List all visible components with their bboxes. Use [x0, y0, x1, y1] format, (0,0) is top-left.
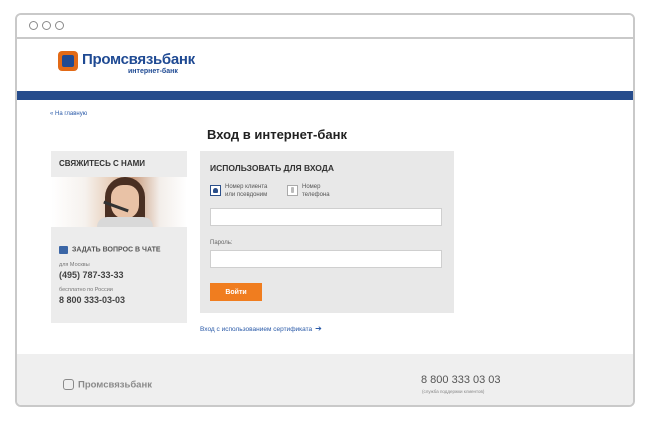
login-title: ИСПОЛЬЗОВАТЬ ДЛЯ ВХОДА — [210, 163, 334, 173]
back-to-home-link[interactable]: « На главную — [50, 111, 87, 117]
login-input[interactable] — [210, 208, 442, 226]
window-maximize-icon[interactable] — [55, 21, 64, 30]
arrow-right-icon: ➔ — [315, 324, 322, 333]
footer-brand-name: Промсвязьбанк — [78, 379, 152, 391]
certificate-login-link[interactable]: Вход с использованием сертификата ➔ — [200, 324, 322, 333]
chat-button[interactable]: ЗАДАТЬ ВОПРОС В ЧАТЕ — [59, 241, 161, 259]
footer-phone-note: (служба поддержки клиентов) — [422, 389, 485, 394]
phone-icon — [287, 185, 298, 196]
footer: Промсвязьбанк 8 800 333 03 03 (служба по… — [17, 354, 633, 405]
window-minimize-icon[interactable] — [42, 21, 51, 30]
login-submit-button[interactable]: Войти — [210, 283, 262, 301]
login-option-client-label: Номер клиента или псевдоним — [225, 184, 268, 198]
moscow-phone: (495) 787-33-33 — [59, 270, 124, 280]
password-label: Пароль: — [210, 240, 233, 246]
footer-phone: 8 800 333 03 03 — [421, 374, 501, 386]
certificate-login-label: Вход с использованием сертификата — [200, 326, 313, 333]
russia-phone: 8 800 333-03-03 — [59, 295, 126, 305]
russia-label: бесплатно по России — [59, 287, 113, 293]
footer-logo-icon — [63, 379, 74, 391]
browser-window: Промсвязьбанк интернет-банк « На главную… — [15, 13, 635, 407]
footer-logo[interactable]: Промсвязьбанк — [63, 376, 152, 394]
brand-name: Промсвязьбанк — [82, 51, 195, 68]
brand-subtitle: интернет-банк — [128, 68, 178, 75]
moscow-label: для Москвы — [59, 262, 90, 268]
site-header: Промсвязьбанк интернет-банк — [17, 41, 633, 91]
user-icon — [210, 185, 221, 196]
login-panel: ИСПОЛЬЗОВАТЬ ДЛЯ ВХОДА Номер клиента или … — [200, 151, 454, 313]
brand-logo-icon — [58, 51, 78, 71]
chat-label: ЗАДАТЬ ВОПРОС В ЧАТЕ — [72, 246, 161, 254]
login-option-phone-label: Номер телефона — [302, 184, 330, 198]
header-band — [17, 91, 633, 100]
browser-titlebar — [17, 15, 633, 39]
contact-panel: СВЯЖИТЕСЬ С НАМИ ЗАДАТЬ ВОПРОС В ЧАТЕ дл… — [51, 151, 187, 323]
contact-title: СВЯЖИТЕСЬ С НАМИ — [59, 159, 146, 168]
window-close-icon[interactable] — [29, 21, 38, 30]
page-title: Вход в интернет-банк — [207, 127, 347, 142]
password-input[interactable] — [210, 250, 442, 268]
support-operator-photo — [51, 177, 187, 227]
chat-icon — [59, 245, 68, 254]
